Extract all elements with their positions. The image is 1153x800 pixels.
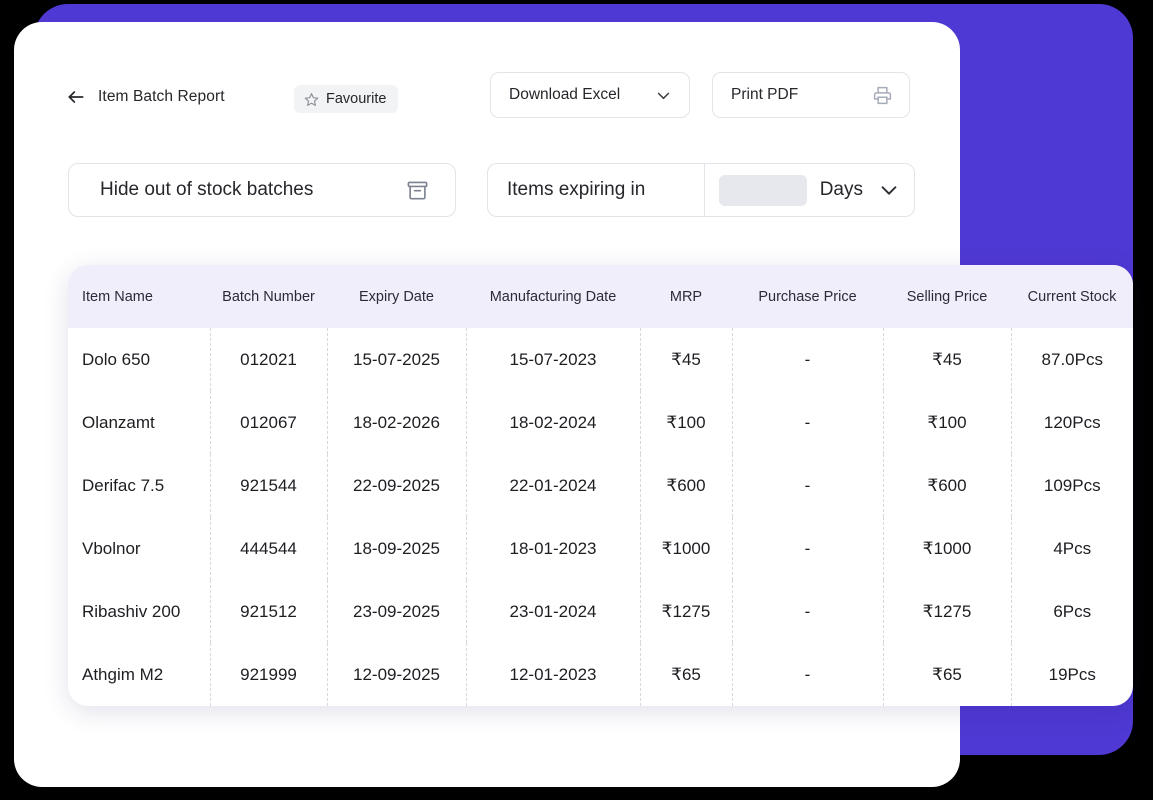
hide-out-of-stock-label: Hide out of stock batches [100,179,314,200]
cell-item-name: Vbolnor [68,517,211,580]
table-row[interactable]: Vbolnor 444544 18-09-2025 18-01-2023 ₹10… [68,517,1133,580]
star-icon [304,92,319,107]
cell-mrp: ₹1275 [640,580,733,643]
cell-current-stock: 6Pcs [1053,601,1092,621]
column-header-mrp[interactable]: MRP [640,265,732,328]
cell-purchase-price: - [732,517,884,580]
favourite-label: Favourite [326,91,387,107]
printer-icon [872,85,893,106]
cell-item-name: Athgim M2 [68,643,211,706]
cell-current-stock: 4Pcs [1053,538,1092,558]
item-batch-table-card: Item Name Batch Number Expiry Date Manuf… [68,265,1133,706]
column-header-selling-price[interactable]: Selling Price [883,265,1011,328]
cell-expiry-date: 18-02-2026 [327,391,467,454]
cell-selling-price: ₹100 [883,391,1012,454]
cell-expiry-date: 12-09-2025 [327,643,467,706]
cell-mrp: ₹600 [640,454,733,517]
cell-current-stock: 109Pcs [1043,475,1101,495]
item-batch-table: Item Name Batch Number Expiry Date Manuf… [68,265,1133,706]
page-title: Item Batch Report [98,88,225,105]
cell-current-stock: 87.0Pcs [1041,349,1103,369]
cell-item-name: Olanzamt [68,391,211,454]
cell-item-name: Dolo 650 [68,328,211,391]
chevron-down-icon[interactable] [876,179,900,201]
items-expiring-value-section[interactable]: Days [705,164,914,216]
cell-purchase-price: - [732,643,884,706]
column-header-batch-number[interactable]: Batch Number [210,265,327,328]
table-row[interactable]: Dolo 650 012021 15-07-2025 15-07-2023 ₹4… [68,328,1133,391]
chevron-down-icon [655,87,672,104]
cell-manufacturing-date: 23-01-2024 [466,580,641,643]
days-unit-label: Days [819,179,863,200]
download-excel-label: Download Excel [509,86,621,103]
download-excel-button[interactable]: Download Excel [490,72,690,118]
cell-mrp: ₹1000 [640,517,733,580]
cell-purchase-price: - [732,454,884,517]
cell-current-stock: 120Pcs [1043,412,1101,432]
cell-manufacturing-date: 18-01-2023 [466,517,641,580]
table-row[interactable]: Olanzamt 012067 18-02-2026 18-02-2024 ₹1… [68,391,1133,454]
cell-batch-number: 012067 [210,391,328,454]
cell-purchase-price: - [732,328,884,391]
expiring-days-input[interactable] [718,174,807,206]
cell-mrp: ₹45 [640,328,733,391]
items-expiring-label: Items expiring in [507,179,646,200]
cell-manufacturing-date: 22-01-2024 [466,454,641,517]
cell-selling-price: ₹1000 [883,517,1012,580]
cell-manufacturing-date: 15-07-2023 [466,328,641,391]
cell-item-name: Derifac 7.5 [68,454,211,517]
cell-expiry-date: 22-09-2025 [327,454,467,517]
cell-selling-price: ₹65 [883,643,1012,706]
page-toolbar: Item Batch Report Favourite Download Exc… [14,22,960,142]
items-expiring-filter: Items expiring in Days [487,163,915,217]
cell-batch-number: 921544 [210,454,328,517]
cell-selling-price: ₹1275 [883,580,1012,643]
column-header-expiry-date[interactable]: Expiry Date [327,265,466,328]
items-expiring-label-section: Items expiring in [488,164,705,216]
archive-box-icon [406,179,429,202]
breadcrumb: Item Batch Report [66,84,225,110]
column-header-purchase-price[interactable]: Purchase Price [732,265,883,328]
cell-purchase-price: - [732,391,884,454]
column-header-item-name[interactable]: Item Name [68,265,210,328]
cell-expiry-date: 23-09-2025 [327,580,467,643]
cell-expiry-date: 18-09-2025 [327,517,467,580]
cell-batch-number: 921512 [210,580,328,643]
table-header-row: Item Name Batch Number Expiry Date Manuf… [68,265,1133,328]
hide-out-of-stock-filter[interactable]: Hide out of stock batches [68,163,456,217]
cell-batch-number: 921999 [210,643,328,706]
cell-manufacturing-date: 18-02-2024 [466,391,641,454]
cell-batch-number: 444544 [210,517,328,580]
cell-batch-number: 012021 [210,328,328,391]
cell-current-stock: 19Pcs [1048,664,1096,684]
cell-expiry-date: 15-07-2025 [327,328,467,391]
column-header-current-stock[interactable]: Current Stock [1011,265,1133,328]
table-body: Dolo 650 012021 15-07-2025 15-07-2023 ₹4… [68,328,1133,706]
cell-purchase-price: - [732,580,884,643]
cell-mrp: ₹65 [640,643,733,706]
print-pdf-label: Print PDF [731,86,799,103]
cell-item-name: Ribashiv 200 [68,580,211,643]
cell-selling-price: ₹45 [883,328,1012,391]
table-row[interactable]: Athgim M2 921999 12-09-2025 12-01-2023 ₹… [68,643,1133,706]
table-row[interactable]: Ribashiv 200 921512 23-09-2025 23-01-202… [68,580,1133,643]
screenshot-root: Item Batch Report Favourite Download Exc… [0,0,1153,800]
cell-mrp: ₹100 [640,391,733,454]
cell-manufacturing-date: 12-01-2023 [466,643,641,706]
column-header-manufacturing-date[interactable]: Manufacturing Date [466,265,640,328]
print-pdf-button[interactable]: Print PDF [712,72,910,118]
back-arrow-icon[interactable] [66,87,86,107]
cell-selling-price: ₹600 [883,454,1012,517]
table-row[interactable]: Derifac 7.5 921544 22-09-2025 22-01-2024… [68,454,1133,517]
favourite-button[interactable]: Favourite [294,85,399,113]
